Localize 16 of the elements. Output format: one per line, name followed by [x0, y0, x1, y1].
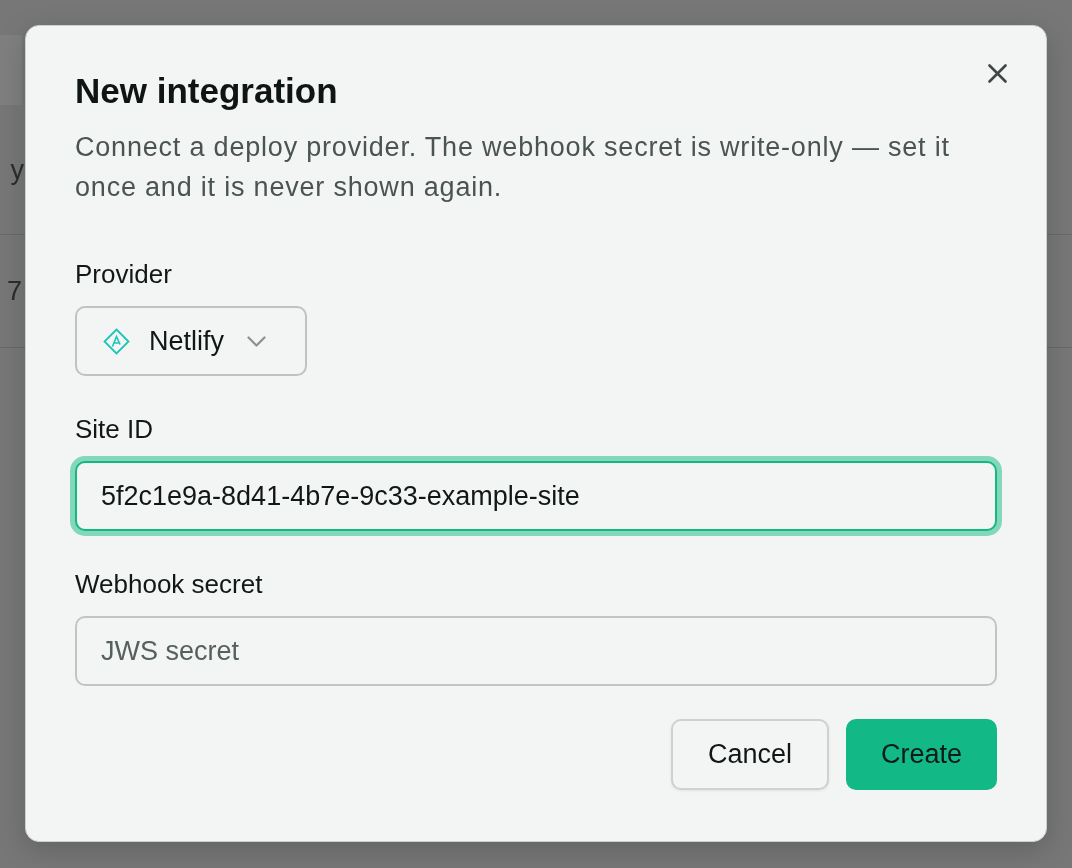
close-button[interactable]	[988, 64, 1007, 83]
text-input[interactable]: 5f2c1e9a-8d41-4b7e-9c33-example-site	[75, 461, 997, 531]
create-button[interactable]: Create	[846, 719, 997, 790]
provider-select[interactable]: Netlify	[75, 306, 307, 376]
diamond-icon	[103, 327, 130, 355]
field-label: Site ID	[75, 413, 154, 445]
background-text: 7	[5, 275, 22, 307]
text-input[interactable]: JWS secret	[75, 616, 997, 686]
close-icon	[988, 64, 1007, 83]
background-text: y	[9, 153, 24, 186]
field-label: Provider	[75, 258, 172, 290]
chevron-down-icon	[247, 335, 266, 347]
cancel-button[interactable]: Cancel	[671, 719, 829, 790]
field-label: Webhook secret	[75, 568, 263, 600]
dialog-title: New integration	[75, 71, 338, 111]
dialog-description: Connect a deploy provider. The webhook secret is write-only — set it once and it is never shown again.	[75, 131, 951, 204]
